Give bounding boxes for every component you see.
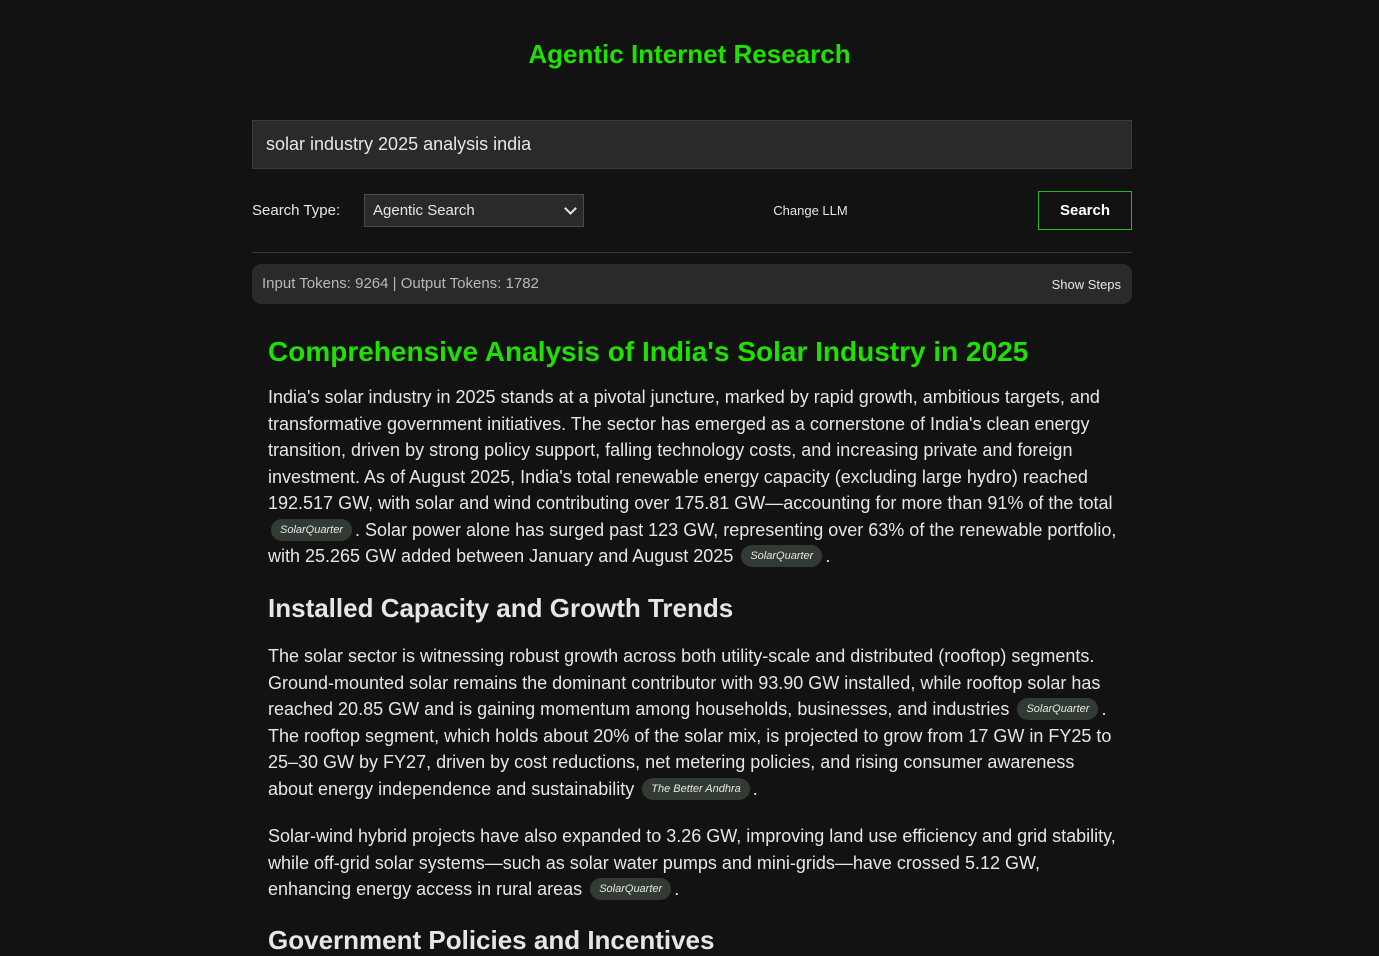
- search-type-selected-value: Agentic Search: [373, 202, 475, 219]
- search-type-select[interactable]: Agentic Search: [364, 194, 584, 227]
- app-title: Agentic Internet Research: [528, 39, 851, 69]
- search-button[interactable]: Search: [1038, 191, 1132, 230]
- paragraph-text: .: [825, 546, 831, 566]
- paragraph-text: Solar-wind hybrid projects have also exp…: [268, 826, 1116, 899]
- installed-capacity-paragraph-2: Solar-wind hybrid projects have also exp…: [268, 823, 1118, 903]
- page: Agentic Internet Research Search Type: A…: [0, 0, 1379, 956]
- show-steps-button[interactable]: Show Steps: [1052, 277, 1121, 293]
- installed-capacity-paragraph-1: The solar sector is witnessing robust gr…: [268, 643, 1118, 802]
- paragraph-text: . Solar power alone has surged past 123 …: [268, 519, 1117, 567]
- search-controls: Search Type: Agentic Search Change LLM S…: [252, 191, 1132, 230]
- citation-badge[interactable]: SolarQuarter: [271, 518, 352, 541]
- citation-badge[interactable]: The Better Andhra: [642, 777, 750, 800]
- chevron-down-icon: [564, 201, 577, 215]
- intro-paragraph: India's solar industry in 2025 stands at…: [268, 384, 1118, 570]
- citation-badge[interactable]: SolarQuarter: [590, 878, 672, 901]
- search-type-label: Search Type:: [252, 202, 341, 219]
- token-usage-text: Input Tokens: 9264 | Output Tokens: 1782: [262, 275, 539, 292]
- report-title: Comprehensive Analysis of India's Solar …: [268, 336, 1029, 367]
- paragraph-text: .: [674, 879, 680, 899]
- section-heading-government-policies: Government Policies and Incentives: [268, 925, 715, 955]
- paragraph-text: .: [752, 778, 758, 799]
- section-heading-installed-capacity: Installed Capacity and Growth Trends: [268, 593, 734, 623]
- citation-badge[interactable]: SolarQuarter: [1017, 698, 1099, 721]
- paragraph-text: The solar sector is witnessing robust gr…: [268, 646, 1101, 719]
- token-usage-bar: Input Tokens: 9264 | Output Tokens: 1782…: [252, 264, 1132, 304]
- search-input[interactable]: [252, 120, 1132, 169]
- paragraph-text: India's solar industry in 2025 stands at…: [268, 387, 1113, 513]
- citation-badge[interactable]: SolarQuarter: [741, 545, 823, 568]
- divider: [252, 252, 1132, 253]
- change-llm-button[interactable]: Change LLM: [762, 201, 859, 220]
